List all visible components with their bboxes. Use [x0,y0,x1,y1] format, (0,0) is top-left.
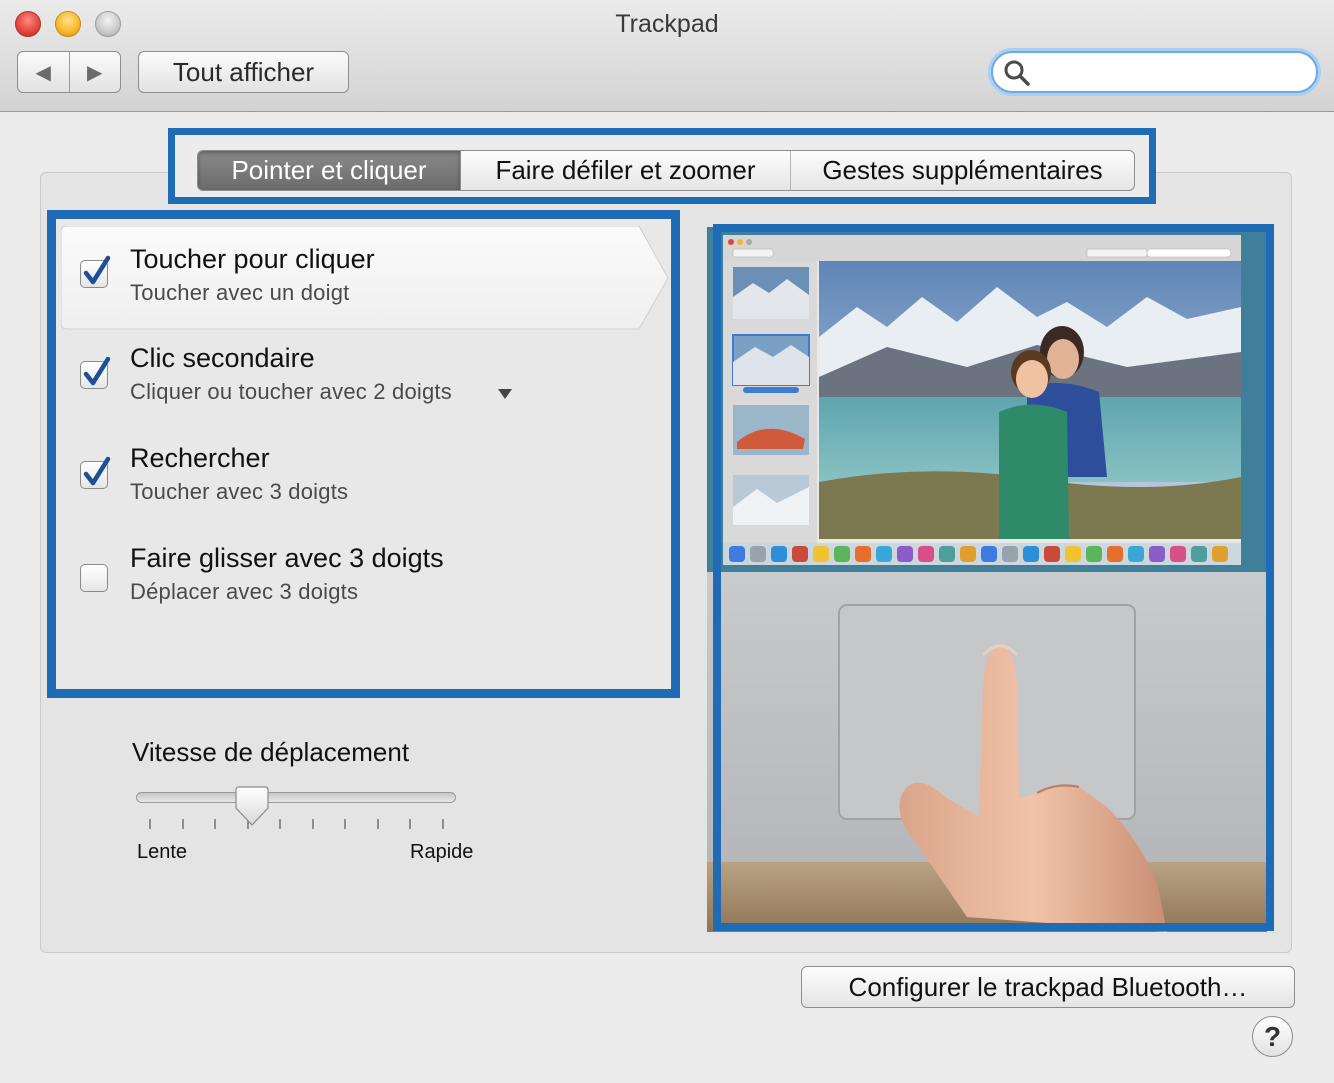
tab-bar: Pointer et cliquer Faire défiler et zoom… [197,150,1135,191]
slider-knob[interactable] [234,786,269,826]
slider-tick [181,819,184,829]
slider-tick [279,819,282,829]
chevron-down-icon[interactable] [498,389,512,399]
slider-tick [442,819,444,829]
tracking-speed-label: Vitesse de déplacement [132,737,410,767]
tab-scroll-and-zoom[interactable]: Faire défiler et zoomer [460,151,790,190]
checkmark-icon [83,255,111,285]
checkmark-icon [83,456,111,486]
setup-bluetooth-trackpad-button[interactable]: Configurer le trackpad Bluetooth… [801,966,1295,1008]
window-title: Trackpad [615,10,719,38]
option-title: Faire glisser avec 3 doigts [130,543,444,573]
checkmark-icon [83,356,111,386]
slider-tick [214,819,217,829]
search-field[interactable] [991,51,1318,93]
secondary-click-dropdown[interactable]: Cliquer ou toucher avec 2 doigts [130,379,452,405]
slider-tick [149,819,151,829]
three-finger-drag-checkbox[interactable] [80,564,108,592]
option-title: Toucher pour cliquer [130,244,375,274]
back-button[interactable]: ◀ [18,52,69,92]
show-all-button[interactable]: Tout afficher [138,51,349,93]
secondary-click-checkbox[interactable] [80,356,111,389]
search-input[interactable] [1037,57,1302,87]
option-title: Clic secondaire [130,343,315,373]
forward-arrow-icon: ▶ [87,61,103,84]
option-title: Rechercher [130,443,270,473]
preview-highlight-frame [713,224,1274,931]
option-subtitle: Déplacer avec 3 doigts [130,579,359,604]
look-up-checkbox[interactable] [80,456,111,489]
option-subtitle: Toucher avec 3 doigts [130,479,349,504]
title-bar: Trackpad ◀ ▶ Tout afficher [0,0,1334,112]
slider-tick [376,819,379,829]
selected-option-background [61,226,669,330]
help-button[interactable]: ? [1252,1016,1293,1057]
slider-tick [311,819,314,829]
slider-tick [409,819,412,829]
option-subtitle: Toucher avec un doigt [130,280,350,305]
slider-tick [344,819,347,829]
tracking-speed-slider[interactable] [136,792,456,803]
back-arrow-icon: ◀ [35,61,51,84]
slider-min-label: Lente [137,841,188,863]
forward-button[interactable]: ▶ [68,52,121,92]
slider-max-label: Rapide [410,841,474,863]
tab-more-gestures[interactable]: Gestes supplémentaires [790,151,1134,190]
tab-point-and-click[interactable]: Pointer et cliquer [198,151,460,190]
tap-to-click-checkbox[interactable] [80,255,111,288]
history-navigation: ◀ ▶ [17,51,121,93]
search-icon [1004,60,1030,86]
